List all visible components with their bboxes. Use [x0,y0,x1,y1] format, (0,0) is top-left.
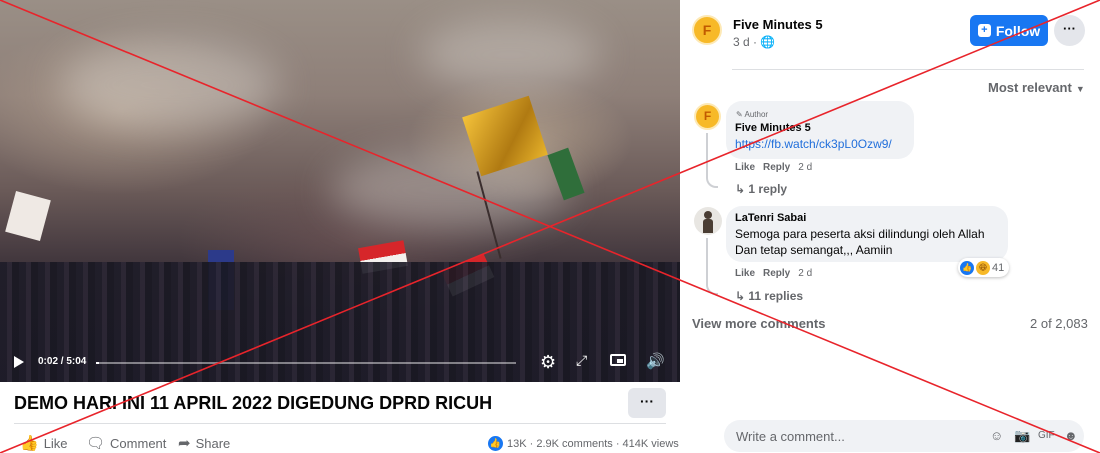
comment-actions: Like Reply 2 d [735,162,812,173]
comment-link[interactable]: https://fb.watch/ck3pL0Ozw9/ [735,137,892,151]
play-icon[interactable] [14,356,24,368]
follow-label: Follow [995,22,1041,39]
comment-reply-button[interactable]: Reply [763,268,790,279]
post-more-button[interactable]: ··· [1054,15,1085,46]
comment-actions: Like Reply 2 d [735,268,812,279]
comment-input[interactable]: Write a comment... ☺ 📷 GIF ☻ [724,420,1084,452]
post-meta: 3 d · 🌐 [733,35,775,49]
share-icon: ➦ [178,435,191,452]
page-name[interactable]: Five Minutes 5 [733,17,823,32]
sort-dropdown[interactable]: Most relevant ▼ [988,80,1085,95]
commenter-avatar[interactable] [694,207,722,235]
like-label: Like [43,435,68,451]
like-reaction-icon: 👍 [488,436,503,451]
thread-line [706,133,718,188]
progress-bar[interactable] [96,362,516,364]
smoke-cloud [330,150,570,230]
globe-icon: 🌐 [760,35,776,49]
share-label: Share [195,435,231,451]
commenter-avatar[interactable]: F [694,103,721,130]
expand-icon[interactable]: ⤢ [576,352,587,369]
emoji-icon[interactable]: ☺ [990,428,1003,443]
video-title: DEMO HARI INI 11 APRIL 2022 DIGEDUNG DPR… [14,393,493,413]
follow-icon: + [977,24,991,37]
facebook-video-post: 0:02 / 5:04 ⚙ ⤢ 🔊 DEMO HARI INI 11 APRIL… [0,0,1100,453]
view-more-comments[interactable]: View more comments [692,316,825,331]
comment-reply-button[interactable]: Reply [763,162,790,173]
commenter-name[interactable]: LaTenri Sabai [735,212,806,224]
post-age: 3 d · [733,35,761,49]
post-stats[interactable]: 👍 13K · 2.9K comments · 414K views [488,436,679,451]
smoke-cloud [420,20,600,90]
like-reaction-icon: 👍 [960,260,974,275]
camera-icon[interactable]: 📷 [1014,428,1030,444]
volume-icon[interactable]: 🔊 [646,352,665,370]
comment-text-line: Semoga para peserta aksi dilindungi oleh… [735,227,985,241]
comment-reactions[interactable]: 👍 😆 41 [958,258,1010,277]
smoke-cloud [60,40,280,130]
stats-text: 13K · 2.9K comments · 414K views [507,437,679,450]
gif-icon[interactable]: GIF [1038,430,1055,441]
sticker-icon[interactable]: ☻ [1064,428,1078,443]
video-controls: 0:02 / 5:04 ⚙ ⤢ 🔊 [0,342,680,382]
comment-placeholder: Write a comment... [736,429,845,444]
follow-button[interactable]: + Follow [970,15,1048,46]
replies-label: 11 replies [748,289,804,303]
author-label: Author [744,110,769,119]
comment-text-line: Dan tetap semangat,,, Aamiin [735,243,893,257]
thread-line [706,238,718,295]
view-replies-button[interactable]: ↳ 1 reply [735,182,787,196]
haha-reaction-icon: 😆 [976,260,990,275]
page-avatar[interactable]: F [692,15,722,45]
reply-arrow-icon: ↳ [735,182,749,196]
view-replies-button[interactable]: ↳ 11 replies [735,289,803,303]
progress-fill [96,362,99,364]
picture-in-picture-icon[interactable] [610,354,626,366]
comment-age: 2 d [798,162,813,173]
comment-count: 2 of 2,083 [1030,316,1088,331]
video-more-button[interactable]: ··· [628,388,666,418]
replies-label: 1 reply [748,182,788,196]
comment-like-button[interactable]: Like [735,268,755,279]
comment-button[interactable]: 🗨 Comment [86,434,166,452]
divider [14,423,666,424]
share-button[interactable]: ➦ Share [178,434,230,452]
thumbs-up-icon: 👍 [20,435,39,452]
caret-down-icon: ▼ [1075,84,1085,94]
author-badge: ✎ Author [736,110,768,119]
reply-arrow-icon: ↳ [735,289,749,303]
divider [732,69,1084,70]
video-player[interactable]: 0:02 / 5:04 ⚙ ⤢ 🔊 [0,0,680,382]
comment-icon: 🗨 [86,435,106,452]
commenter-name[interactable]: Five Minutes 5 [735,122,811,134]
sort-label: Most relevant [988,80,1072,95]
comment-label: Comment [110,435,167,451]
reaction-count: 41 [992,261,1005,274]
like-button[interactable]: 👍 Like [20,434,68,452]
comment-like-button[interactable]: Like [735,162,755,173]
comment-age: 2 d [798,268,813,279]
gear-icon[interactable]: ⚙ [540,352,556,373]
pencil-icon: ✎ [736,110,743,119]
video-time: 0:02 / 5:04 [38,356,87,367]
white-flag [5,191,51,241]
